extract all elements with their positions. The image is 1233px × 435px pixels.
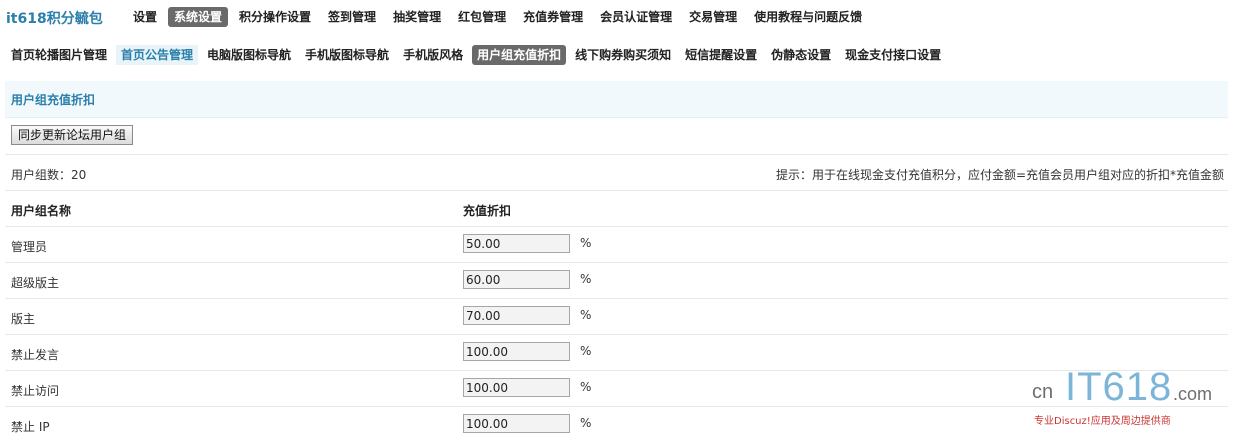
usergroup-count-label: 用户组数： bbox=[11, 168, 72, 182]
sub-menu-item[interactable]: 电脑版图标导航 bbox=[202, 45, 296, 65]
top-menu: 设置 系统设置 积分操作设置 签到管理 抽奖管理 红包管理 充值券管理 会员认证… bbox=[127, 7, 873, 27]
sub-menu-item[interactable]: 线下购券购买须知 bbox=[570, 45, 676, 65]
percent-unit: % bbox=[580, 416, 592, 430]
watermark-com: .com bbox=[1173, 384, 1213, 404]
sub-menu-item[interactable]: 手机版风格 bbox=[398, 45, 468, 65]
sub-menu-item[interactable]: 短信提醒设置 bbox=[680, 45, 762, 65]
watermark-cn: cn bbox=[1032, 381, 1054, 403]
discount-input[interactable] bbox=[463, 378, 570, 397]
top-menu-item-active[interactable]: 系统设置 bbox=[168, 7, 229, 27]
watermark-logo: cn IT618 .com 专业Discuz!应用及周边提供商 bbox=[1030, 365, 1230, 427]
usergroup-name: 超级版主 bbox=[11, 276, 60, 290]
sub-menu: 首页轮播图片管理 首页公告管理 电脑版图标导航 手机版图标导航 手机版风格 用户… bbox=[6, 45, 950, 65]
usergroup-name: 版主 bbox=[11, 312, 36, 326]
usergroup-name: 禁止发言 bbox=[11, 348, 60, 362]
discount-input[interactable] bbox=[463, 234, 570, 253]
watermark-subtitle: 专业Discuz!应用及周边提供商 bbox=[1034, 416, 1171, 427]
section-title: 用户组充值折扣 bbox=[11, 93, 96, 107]
top-menu-item[interactable]: 会员认证管理 bbox=[594, 7, 678, 27]
percent-unit: % bbox=[580, 344, 592, 358]
percent-unit: % bbox=[580, 308, 592, 322]
usergroup-name: 禁止访问 bbox=[11, 384, 60, 398]
discount-input[interactable] bbox=[463, 414, 570, 433]
discount-input[interactable] bbox=[463, 342, 570, 361]
usergroup-count: 用户组数：20 bbox=[11, 166, 86, 183]
sub-menu-item-active[interactable]: 用户组充值折扣 bbox=[472, 45, 567, 65]
sub-menu-item[interactable]: 伪静态设置 bbox=[766, 45, 836, 65]
top-menu-item[interactable]: 充值券管理 bbox=[517, 7, 589, 27]
divider bbox=[5, 334, 1228, 335]
discount-input[interactable] bbox=[463, 270, 570, 289]
percent-unit: % bbox=[580, 236, 592, 250]
top-nav: it618积分毓包 设置 系统设置 积分操作设置 签到管理 抽奖管理 红包管理 … bbox=[0, 0, 1233, 36]
usergroup-name: 禁止 IP bbox=[11, 420, 50, 434]
divider bbox=[5, 298, 1228, 299]
hint-text: 提示：用于在线现金支付充值积分，应付金额=充值会员用户组对应的折扣*充值金额 bbox=[775, 168, 1224, 182]
section-header: 用户组充值折扣 bbox=[5, 81, 1228, 118]
usergroup-count-value: 20 bbox=[71, 168, 87, 182]
top-menu-item[interactable]: 使用教程与问题反馈 bbox=[748, 7, 868, 27]
usergroup-name: 管理员 bbox=[11, 240, 48, 254]
watermark-it618: IT618 bbox=[1065, 365, 1173, 409]
divider bbox=[5, 226, 1228, 227]
sub-menu-item[interactable]: 首页轮播图片管理 bbox=[6, 45, 112, 65]
sync-usergroups-button[interactable]: 同步更新论坛用户组 bbox=[11, 125, 134, 145]
column-header-discount: 充值折扣 bbox=[463, 204, 512, 218]
percent-unit: % bbox=[580, 380, 592, 394]
top-menu-item[interactable]: 红包管理 bbox=[452, 7, 512, 27]
percent-unit: % bbox=[580, 272, 592, 286]
sub-menu-item[interactable]: 现金支付接口设置 bbox=[840, 45, 946, 65]
top-menu-item[interactable]: 交易管理 bbox=[683, 7, 743, 27]
column-header-group-name: 用户组名称 bbox=[11, 204, 72, 218]
top-menu-item[interactable]: 抽奖管理 bbox=[387, 7, 447, 27]
top-menu-item[interactable]: 设置 bbox=[127, 7, 163, 27]
top-menu-item[interactable]: 积分操作设置 bbox=[233, 7, 317, 27]
top-menu-item[interactable]: 签到管理 bbox=[322, 7, 382, 27]
divider bbox=[5, 262, 1228, 263]
brand-title[interactable]: it618积分毓包 bbox=[6, 8, 103, 28]
discount-input[interactable] bbox=[463, 306, 570, 325]
sub-menu-item[interactable]: 手机版图标导航 bbox=[300, 45, 394, 65]
sub-menu-item-highlight[interactable]: 首页公告管理 bbox=[116, 45, 199, 65]
divider bbox=[5, 154, 1228, 155]
divider bbox=[5, 190, 1228, 191]
